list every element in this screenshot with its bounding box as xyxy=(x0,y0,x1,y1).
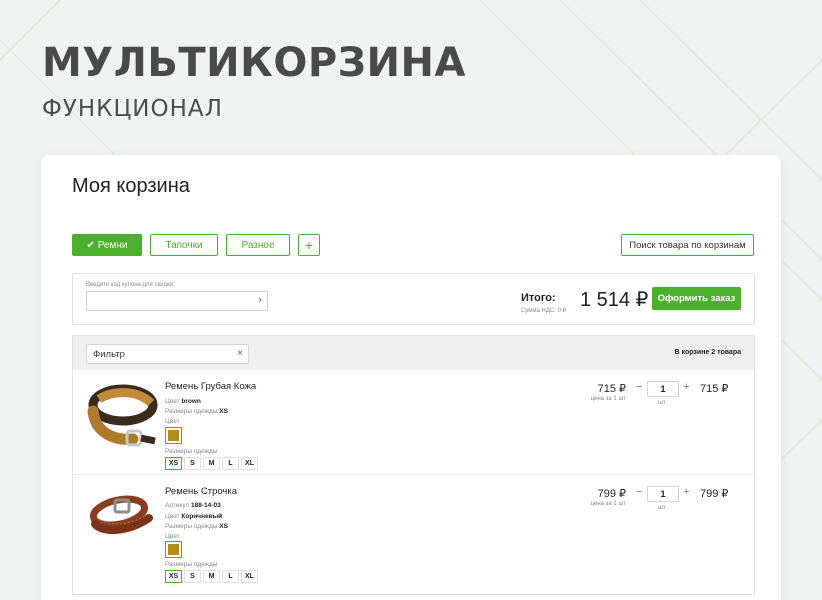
qty-unit: шт xyxy=(658,505,666,511)
qty-unit: шт xyxy=(658,400,666,406)
item-price-per-unit: цена за 1 шт xyxy=(590,501,626,507)
item-color-label: Цвет xyxy=(165,513,180,520)
qty-increase-button[interactable]: + xyxy=(683,381,689,393)
item-total: 799 ₽ xyxy=(700,488,729,500)
cart-item: Ремень Строчка Артикул 188-14-03 Цвет Ко… xyxy=(73,476,754,583)
cart-card: Моя корзина ✔ Ремни Тапочки Разное + Пои… xyxy=(41,155,781,600)
page-title: Моя корзина xyxy=(72,175,190,197)
size-option-l[interactable]: L xyxy=(222,457,239,470)
item-name[interactable]: Ремень Строчка xyxy=(165,486,237,497)
add-cart-button[interactable]: + xyxy=(298,234,320,256)
coupon-input[interactable]: › xyxy=(86,291,268,311)
item-name[interactable]: Ремень Грубая Кожа xyxy=(165,381,256,392)
tab-misc[interactable]: Разное xyxy=(226,234,290,256)
size-options: XS S M L XL xyxy=(165,570,258,583)
size-option-s[interactable]: S xyxy=(184,457,201,470)
color-title: Цвет xyxy=(165,533,180,540)
item-size-label: Размеры одежды xyxy=(165,523,218,530)
item-color-value: Коричневый xyxy=(181,513,223,520)
coupon-label: Введите код купона для скидки: xyxy=(86,282,175,288)
item-price: 799 ₽ xyxy=(597,488,626,500)
qty-decrease-button[interactable]: − xyxy=(636,381,642,393)
filter-value: Фильтр xyxy=(93,349,125,360)
hero-title: МУЛЬТИКОРЗИНА xyxy=(42,40,466,86)
item-color-value: brown xyxy=(181,398,201,405)
item-article-value: 188-14-03 xyxy=(191,502,221,509)
item-color: Цвет Коричневый xyxy=(165,513,222,520)
cart-count: В корзине 2 товара xyxy=(674,349,741,356)
qty-decrease-button[interactable]: − xyxy=(636,486,642,498)
clear-icon[interactable]: × xyxy=(237,348,243,359)
filter-input[interactable]: Фильтр × xyxy=(86,344,249,364)
item-color-label: Цвет xyxy=(165,398,180,405)
item-size-value: XS xyxy=(219,523,228,530)
color-swatch-fill xyxy=(168,430,179,441)
belt-stitched-image xyxy=(89,495,153,534)
item-size-label: Размеры одежды xyxy=(165,408,218,415)
search-across-carts-button[interactable]: Поиск товара по корзинам xyxy=(621,234,754,256)
color-swatch-fill xyxy=(168,544,179,555)
tab-belts[interactable]: ✔ Ремни xyxy=(72,234,142,256)
cart-item: Ремень Грубая Кожа Цвет brown Размеры од… xyxy=(73,371,754,475)
size-option-m[interactable]: M xyxy=(203,457,220,470)
cart-summary: Введите код купона для скидки: › Итого: … xyxy=(72,273,755,325)
chevron-right-icon[interactable]: › xyxy=(258,294,262,306)
cart-items-panel: Фильтр × В корзине 2 товара Ремень Груба… xyxy=(72,335,755,595)
item-price: 715 ₽ xyxy=(597,383,626,395)
size-option-xl[interactable]: XL xyxy=(241,457,258,470)
size-option-s[interactable]: S xyxy=(184,570,201,583)
size-option-xs[interactable]: XS xyxy=(165,570,182,583)
qty-increase-button[interactable]: + xyxy=(683,486,689,498)
hero-subtitle: ФУНКЦИОНАЛ xyxy=(42,96,223,122)
size-option-xs[interactable]: XS xyxy=(165,457,182,470)
tab-slippers[interactable]: Тапочки xyxy=(150,234,218,256)
item-size: Размеры одежды XS xyxy=(165,523,228,530)
sizes-title: Размеры одежды xyxy=(165,561,218,568)
cart-items-header: Фильтр × В корзине 2 товара xyxy=(73,336,754,370)
checkout-button[interactable]: Оформить заказ xyxy=(652,287,741,310)
size-option-l[interactable]: L xyxy=(222,570,239,583)
item-size: Размеры одежды XS xyxy=(165,408,228,415)
vat-label: Сумма НДС: 0 ₽ xyxy=(521,308,567,314)
belt-rough-leather-image xyxy=(87,384,158,447)
total-label: Итого: xyxy=(521,292,556,304)
size-option-m[interactable]: M xyxy=(203,570,220,583)
item-total: 715 ₽ xyxy=(700,383,729,395)
item-color: Цвет brown xyxy=(165,398,201,405)
qty-input[interactable]: 1 xyxy=(647,486,679,502)
total-value: 1 514 ₽ xyxy=(580,289,649,311)
qty-input[interactable]: 1 xyxy=(647,381,679,397)
item-size-value: XS xyxy=(219,408,228,415)
sizes-title: Размеры одежды xyxy=(165,448,218,455)
size-option-xl[interactable]: XL xyxy=(241,570,258,583)
size-options: XS S M L XL xyxy=(165,457,258,470)
item-article: Артикул 188-14-03 xyxy=(165,502,221,509)
color-swatch[interactable] xyxy=(165,541,182,558)
color-title: Цвет xyxy=(165,418,180,425)
item-price-per-unit: цена за 1 шт xyxy=(590,396,626,402)
color-swatch[interactable] xyxy=(165,427,182,444)
item-article-label: Артикул xyxy=(165,502,190,509)
